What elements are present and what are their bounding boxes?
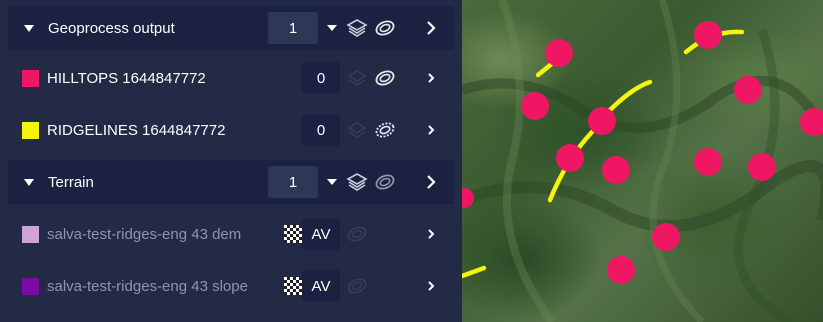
chevron-right-icon[interactable] (426, 226, 436, 242)
opacity-pattern-icon[interactable] (284, 277, 302, 295)
hilltop-marker (545, 39, 573, 67)
visibility-toggle-icon[interactable] (374, 172, 396, 192)
layers-stack-icon (347, 70, 367, 86)
layer-value-field[interactable]: AV (302, 218, 340, 250)
layers-stack-icon[interactable] (346, 18, 368, 38)
group-count-field[interactable]: 1 (268, 166, 318, 198)
caret-down-icon[interactable] (327, 179, 337, 185)
layer-value-field[interactable]: AV (302, 270, 340, 302)
group-header-terrain[interactable]: Terrain 1 (8, 160, 454, 204)
layers-stack-icon (347, 122, 367, 138)
hilltop-marker (748, 153, 776, 181)
visibility-toggle-icon[interactable] (374, 120, 396, 140)
ridgeline-feature (462, 265, 487, 279)
hilltop-marker (556, 144, 584, 172)
ridgeline-feature (605, 79, 653, 115)
group-collapse-chevron-icon[interactable] (24, 24, 34, 32)
layer-color-swatch[interactable] (22, 69, 39, 87)
map-features (462, 0, 823, 322)
hilltop-marker (607, 256, 635, 284)
layer-row-slope[interactable]: salva-test-ridges-eng 43 slope AV (8, 264, 454, 308)
layer-color-swatch[interactable] (22, 277, 39, 295)
layer-row-dem[interactable]: salva-test-ridges-eng 43 dem AV (8, 212, 454, 256)
group-header-geoprocess-output[interactable]: Geoprocess output 1 (8, 6, 454, 50)
map-view[interactable] (462, 0, 823, 322)
visibility-toggle-icon[interactable] (346, 276, 368, 296)
hilltop-marker (694, 148, 722, 176)
layer-value-field[interactable]: 0 (302, 114, 340, 146)
hilltop-marker (734, 76, 762, 104)
opacity-pattern-icon[interactable] (284, 225, 302, 243)
layers-panel: Geoprocess output 1 HILLTOPS 1644847772 … (0, 0, 462, 322)
hilltop-marker (521, 92, 549, 120)
hilltop-marker (694, 21, 722, 49)
layer-value-field[interactable]: 0 (302, 62, 340, 94)
hilltop-marker (602, 156, 630, 184)
chevron-right-icon[interactable] (426, 20, 436, 36)
visibility-toggle-icon[interactable] (374, 18, 396, 38)
chevron-right-icon[interactable] (426, 122, 436, 138)
layer-name: salva-test-ridges-eng 43 dem (47, 225, 242, 243)
layer-row-hilltops[interactable]: HILLTOPS 1644847772 0 (8, 56, 454, 100)
chevron-right-icon[interactable] (426, 70, 436, 86)
layer-name: salva-test-ridges-eng 43 slope (47, 277, 248, 295)
chevron-right-icon[interactable] (426, 278, 436, 294)
group-collapse-chevron-icon[interactable] (24, 178, 34, 186)
chevron-right-icon[interactable] (426, 174, 436, 190)
hilltop-marker (652, 223, 680, 251)
group-count-field[interactable]: 1 (268, 12, 318, 44)
visibility-toggle-icon[interactable] (374, 68, 396, 88)
layer-row-ridgelines[interactable]: RIDGELINES 1644847772 0 (8, 108, 454, 152)
layers-stack-icon[interactable] (346, 172, 368, 192)
layer-color-swatch[interactable] (22, 225, 39, 243)
caret-down-icon[interactable] (327, 25, 337, 31)
visibility-toggle-icon[interactable] (346, 224, 368, 244)
hilltop-marker (800, 108, 823, 136)
hilltop-marker (588, 107, 616, 135)
layer-color-swatch[interactable] (22, 121, 39, 139)
